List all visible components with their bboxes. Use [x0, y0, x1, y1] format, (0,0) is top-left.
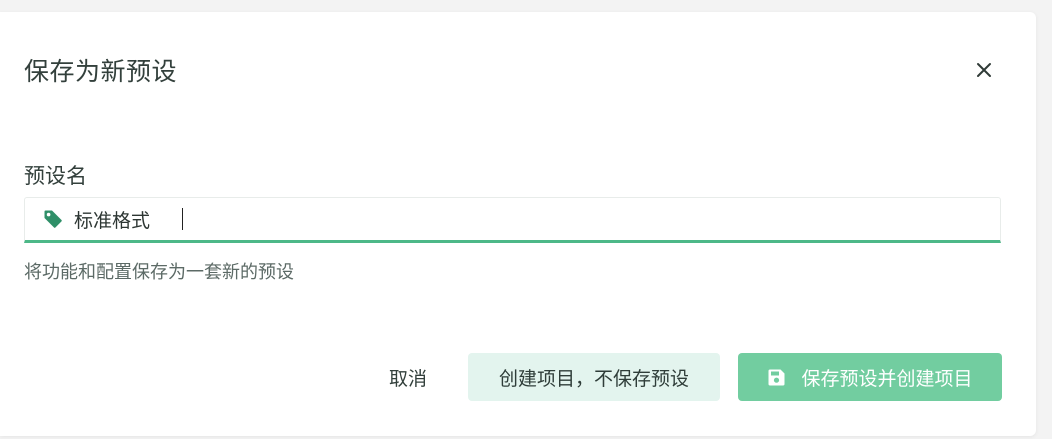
- save-preset-dialog: 保存为新预设 预设名 将功能和配置保存为一套新的预设 取消 创建项目，不保存预设…: [0, 12, 1036, 436]
- preset-name-input[interactable]: [74, 199, 954, 239]
- save-icon: [767, 367, 787, 387]
- preset-name-label: 预设名: [24, 164, 87, 188]
- save-preset-and-create-label: 保存预设并创建项目: [801, 367, 973, 390]
- close-icon: [977, 63, 991, 77]
- preset-hint-text: 将功能和配置保存为一套新的预设: [24, 262, 294, 283]
- tag-icon: [42, 208, 64, 230]
- save-preset-and-create-button[interactable]: 保存预设并创建项目: [738, 353, 1002, 401]
- cancel-button[interactable]: 取消: [366, 353, 450, 401]
- text-caret: [182, 208, 183, 230]
- close-button[interactable]: [968, 54, 1000, 86]
- dialog-title: 保存为新预设: [24, 57, 178, 86]
- create-without-preset-button[interactable]: 创建项目，不保存预设: [468, 353, 720, 401]
- preset-name-field[interactable]: [24, 197, 1001, 243]
